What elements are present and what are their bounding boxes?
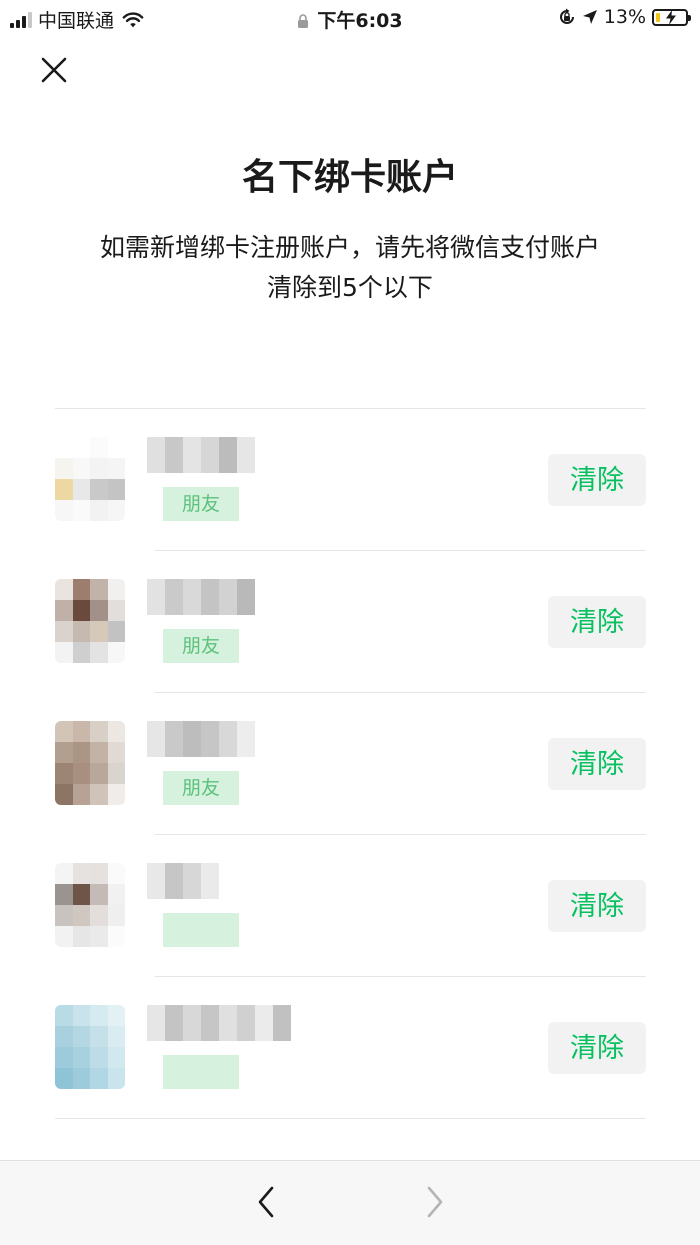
account-avatar <box>55 437 125 521</box>
account-name <box>147 1005 291 1041</box>
battery-icon <box>652 8 691 26</box>
clear-button[interactable]: 清除 <box>548 1022 646 1074</box>
account-avatar <box>55 863 125 947</box>
row-divider <box>55 1118 646 1119</box>
account-tag: 朋友 <box>163 487 239 521</box>
account-list: 朋友 清除 朋友 清除 朋友 清除 清除 清除 <box>55 408 646 1119</box>
bottom-navigation <box>0 1160 700 1245</box>
account-name <box>147 863 219 899</box>
page-title: 名下绑卡账户 <box>241 157 458 198</box>
rotation-lock-icon <box>559 8 574 24</box>
status-bar: 中国联通 下午6:03 13% <box>0 0 700 36</box>
account-tag <box>163 913 239 947</box>
account-name <box>147 437 255 473</box>
account-avatar <box>55 1005 125 1089</box>
account-tag <box>163 1055 239 1089</box>
status-right: 13% <box>558 6 691 28</box>
account-name <box>147 579 255 615</box>
account-row: 朋友 清除 <box>55 693 646 835</box>
chevron-right-icon[interactable] <box>420 1185 448 1219</box>
clear-button[interactable]: 清除 <box>548 738 646 790</box>
account-tag: 朋友 <box>163 771 239 805</box>
status-time: 下午6:03 <box>317 10 403 32</box>
account-row: 朋友 清除 <box>55 409 646 551</box>
description-line-1: 如需新增绑卡注册账户，请先将微信支付账户 <box>99 233 600 262</box>
account-avatar <box>55 579 125 663</box>
account-row: 清除 <box>55 977 646 1119</box>
description-line-2: 清除到5个以下 <box>267 273 433 302</box>
account-avatar <box>55 721 125 805</box>
lock-icon <box>298 14 309 28</box>
account-row: 清除 <box>55 835 646 977</box>
account-name <box>147 721 255 757</box>
account-row: 朋友 清除 <box>55 551 646 693</box>
account-tag: 朋友 <box>163 629 239 663</box>
clear-button[interactable]: 清除 <box>548 454 646 506</box>
clear-button[interactable]: 清除 <box>548 596 646 648</box>
close-icon[interactable] <box>36 52 72 88</box>
battery-percent: 13% <box>603 6 646 28</box>
page-description: 如需新增绑卡注册账户，请先将微信支付账户 清除到5个以下 <box>40 228 660 308</box>
clear-button[interactable]: 清除 <box>548 880 646 932</box>
chevron-left-icon[interactable] <box>253 1185 281 1219</box>
location-icon <box>582 10 597 24</box>
